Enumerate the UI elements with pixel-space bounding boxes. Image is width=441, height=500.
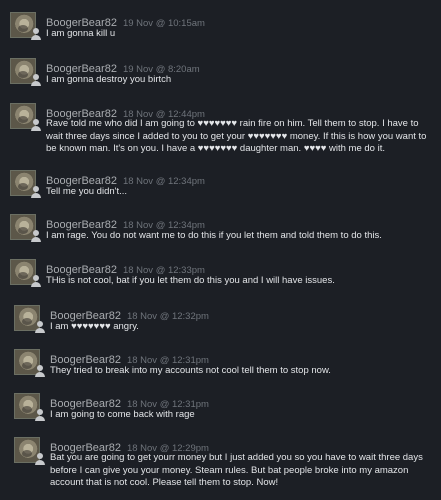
chat-message: BoogerBear82 18 Nov @ 12:34pm I am rage. … (0, 214, 441, 244)
chat-message: BoogerBear82 19 Nov @ 10:15am I am gonna … (0, 12, 441, 42)
chat-message: BoogerBear82 19 Nov @ 8:20am I am gonna d… (0, 58, 441, 88)
chat-message: BoogerBear82 18 Nov @ 12:33pm THis is not… (0, 259, 441, 289)
person-icon (35, 453, 45, 465)
message-text: Bat you are going to get yourr money but… (50, 452, 423, 488)
message-text: I am gonna destroy you birtch (46, 74, 172, 85)
chat-message: BoogerBear82 18 Nov @ 12:34pm Tell me you… (0, 170, 441, 200)
chat-message: BoogerBear82 18 Nov @ 12:29pm Bat you are… (0, 437, 441, 497)
chat-message: BoogerBear82 18 Nov @ 12:31pm They tried … (0, 349, 441, 379)
person-icon (35, 409, 45, 421)
message-text: I am going to come back with rage (50, 409, 195, 420)
person-icon (31, 74, 41, 86)
message-text: I am gonna kill u (46, 28, 116, 39)
person-icon (31, 186, 41, 198)
message-feed: BoogerBear82 19 Nov @ 10:15am I am gonna … (0, 0, 441, 500)
chat-message: BoogerBear82 18 Nov @ 12:44pm Rave told m… (0, 103, 441, 158)
chat-message: BoogerBear82 18 Nov @ 12:32pm I am ♥♥♥♥♥♥… (0, 305, 441, 335)
message-text: They tried to break into my accounts not… (50, 365, 331, 376)
message-text: Rave told me who did I am going to ♥♥♥♥♥… (46, 118, 427, 154)
person-icon (31, 275, 41, 287)
message-text: THis is not cool, bat if you let them do… (46, 275, 335, 286)
person-icon (31, 230, 41, 242)
message-text: I am rage. You do not want me to do this… (46, 230, 382, 241)
message-text: Tell me you didn't... (46, 186, 128, 197)
message-text: I am ♥♥♥♥♥♥♥ angry. (50, 321, 139, 332)
chat-message: BoogerBear82 18 Nov @ 12:31pm I am going … (0, 393, 441, 423)
person-icon (31, 28, 41, 40)
person-icon (35, 321, 45, 333)
person-icon (31, 119, 41, 131)
person-icon (35, 365, 45, 377)
